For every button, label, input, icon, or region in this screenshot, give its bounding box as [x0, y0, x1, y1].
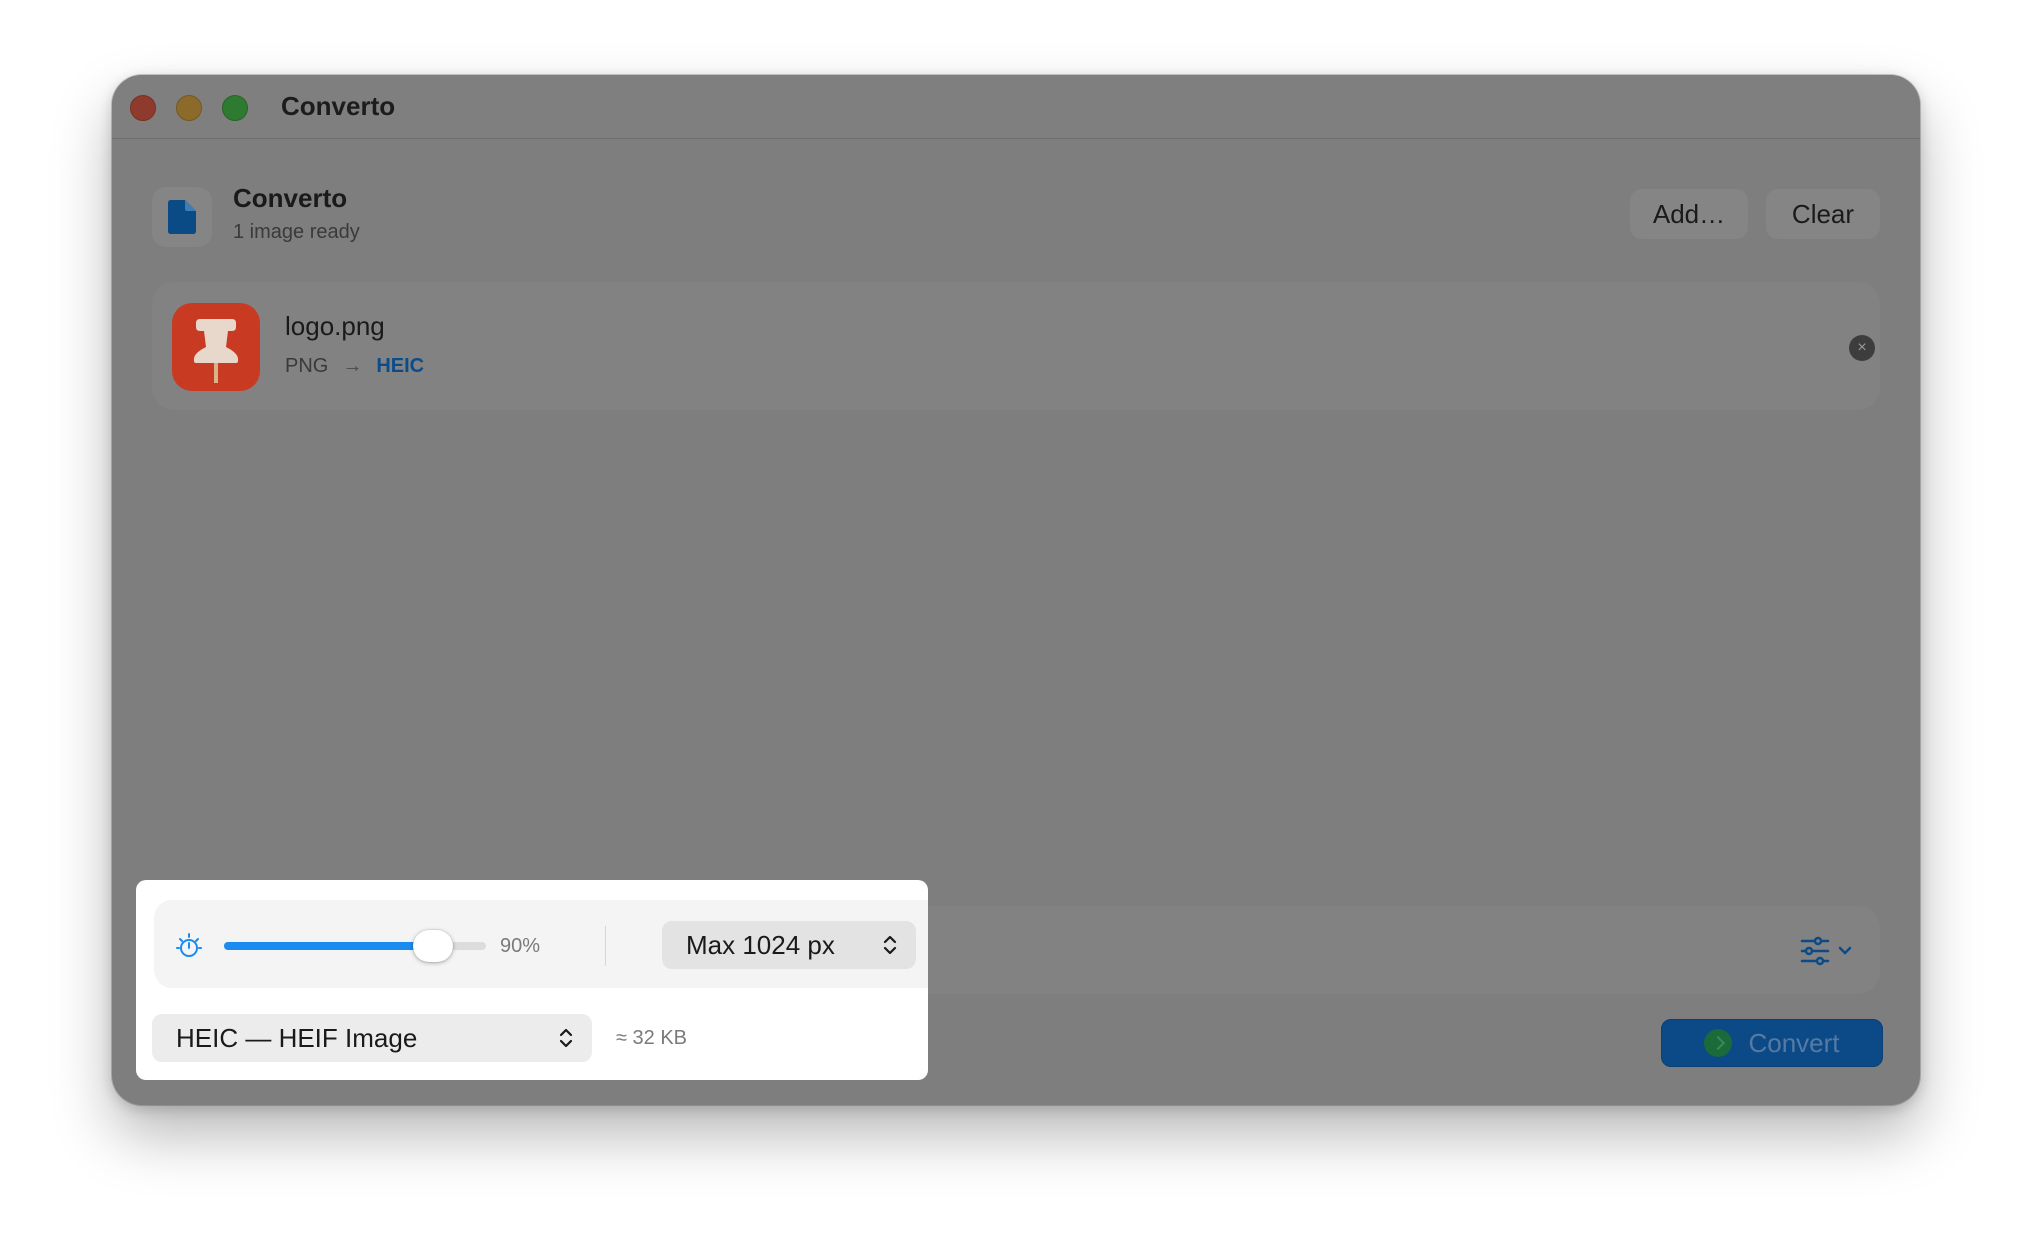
app-name: Converto: [233, 183, 348, 213]
arrow-right-icon: →: [342, 355, 363, 377]
file-row[interactable]: logo.png PNG → HEIC ×: [152, 282, 1880, 410]
divider: [605, 926, 606, 966]
clear-button[interactable]: Clear: [1766, 189, 1880, 239]
chevron-updown-icon: [883, 935, 897, 955]
quality-gauge-icon: [174, 932, 204, 967]
remove-file-button[interactable]: ×: [1849, 335, 1875, 361]
file-name: logo.png: [285, 311, 385, 341]
status-text: 1 image ready: [233, 221, 360, 243]
conversion-info: PNG → HEIC: [285, 355, 424, 378]
target-format[interactable]: HEIC: [376, 355, 424, 378]
conversion-settings-popover: 90% Max 1024 px HEIC — HEIF Image ≈ 32 K…: [136, 880, 928, 1080]
source-format: PNG: [285, 355, 329, 377]
title-bar: Converto: [112, 75, 1920, 139]
quality-slider-thumb[interactable]: [412, 930, 453, 962]
convert-button[interactable]: Convert: [1661, 1019, 1883, 1067]
estimated-size: ≈ 32 KB: [616, 1027, 688, 1049]
maximize-window-button[interactable]: [222, 95, 248, 121]
max-size-label: Max 1024 px: [686, 929, 835, 960]
document-icon: [152, 187, 212, 247]
window-title: Converto: [281, 91, 396, 121]
minimize-window-button[interactable]: [176, 95, 202, 121]
add-button[interactable]: Add…: [1630, 189, 1748, 239]
sliders-icon[interactable]: [1798, 931, 1858, 971]
quality-slider-fill: [224, 942, 433, 950]
close-window-button[interactable]: [130, 95, 156, 121]
format-select[interactable]: HEIC — HEIF Image: [152, 1014, 592, 1062]
pushpin-app-icon: [172, 303, 260, 391]
quality-value: 90%: [500, 935, 541, 957]
chevron-updown-icon: [559, 1028, 573, 1048]
arrow-circle-icon: [1704, 1029, 1733, 1057]
format-label: HEIC — HEIF Image: [176, 1022, 418, 1053]
max-size-select[interactable]: Max 1024 px: [662, 921, 916, 969]
convert-label: Convert: [1748, 1027, 1840, 1058]
